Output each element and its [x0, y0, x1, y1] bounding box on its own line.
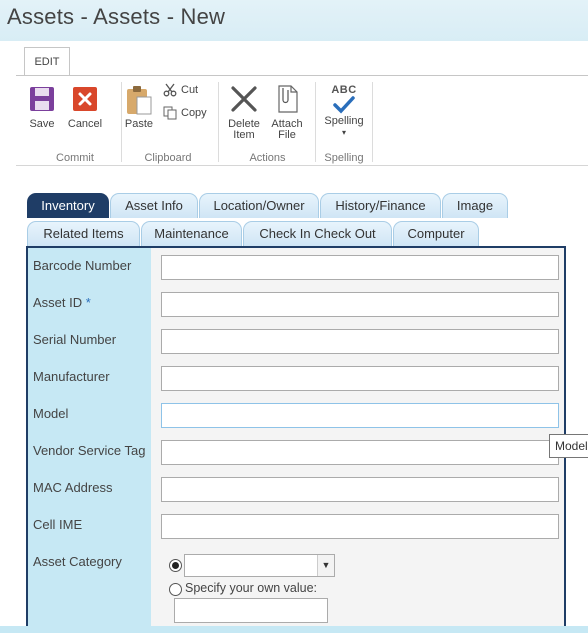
model-field[interactable] — [161, 403, 559, 428]
required-marker: * — [85, 295, 91, 310]
abc-label: ABC — [331, 84, 357, 96]
chevron-down-icon: ▾ — [341, 128, 346, 137]
check-icon — [333, 96, 355, 114]
ribbon-group-spelling: ABC Spelling ▾ Spelling — [316, 76, 372, 166]
asset-id-label: Asset ID * — [33, 295, 91, 310]
tab-image[interactable]: Image — [442, 193, 508, 218]
own-value-radio[interactable] — [169, 583, 182, 596]
ribbon-group-clipboard: Paste Cut Copy Clipboard — [118, 76, 218, 166]
chevron-down-icon: ▼ — [317, 555, 334, 576]
ribbon-separator — [372, 82, 373, 162]
tab-computer[interactable]: Computer — [393, 221, 479, 246]
barcode-field[interactable] — [161, 255, 559, 280]
tooltip: Model — [549, 434, 588, 458]
delete-item-button[interactable]: Delete Item — [224, 84, 264, 141]
ribbon-separator — [218, 82, 219, 162]
bottom-strip — [0, 626, 588, 633]
tab-related-items[interactable]: Related Items — [27, 221, 140, 246]
manufacturer-field[interactable] — [161, 366, 559, 391]
copy-icon — [163, 106, 177, 120]
ribbon: Save Cancel Commit Paste Cut Copy Clipbo… — [16, 75, 588, 166]
vendor-service-tag-field[interactable] — [161, 440, 559, 465]
barcode-label: Barcode Number — [33, 258, 132, 273]
copy-button[interactable]: Copy — [163, 106, 207, 120]
title-bar: Assets - Assets - New — [0, 0, 588, 41]
model-label: Model — [33, 406, 69, 421]
paste-button[interactable]: Paste — [122, 84, 156, 130]
tab-inventory[interactable]: Inventory — [27, 193, 109, 218]
serial-number-field[interactable] — [161, 329, 559, 354]
ribbon-group-label: Commit — [56, 152, 94, 164]
form-panel: Barcode Number Asset ID * Serial Number … — [26, 246, 566, 633]
save-button[interactable]: Save — [26, 86, 58, 130]
cell-ime-label: Cell IME — [33, 517, 83, 532]
asset-category-label: Asset Category — [33, 554, 122, 569]
spelling-button[interactable]: ABC Spelling ▾ — [318, 84, 370, 138]
cell-ime-field[interactable] — [161, 514, 559, 539]
cut-button[interactable]: Cut — [163, 83, 198, 97]
ribbon-group-label: Spelling — [324, 152, 364, 164]
tab-history-finance[interactable]: History/Finance — [320, 193, 441, 218]
cancel-icon — [73, 87, 97, 111]
ribbon-group-label: Clipboard — [144, 152, 192, 164]
ribbon-tab-edit[interactable]: EDIT — [24, 47, 70, 76]
own-value-field[interactable] — [174, 598, 328, 623]
serial-number-label: Serial Number — [33, 332, 117, 347]
mac-address-label: MAC Address — [33, 480, 113, 495]
tab-check-in-check-out[interactable]: Check In Check Out — [243, 221, 392, 246]
tab-location-owner[interactable]: Location/Owner — [199, 193, 319, 218]
mac-address-field[interactable] — [161, 477, 559, 502]
tab-asset-info[interactable]: Asset Info — [110, 193, 198, 218]
save-icon — [30, 87, 54, 111]
category-choice-radio[interactable] — [169, 559, 182, 572]
asset-id-field[interactable] — [161, 292, 559, 317]
scissors-icon — [163, 83, 177, 97]
own-value-label: Specify your own value: — [185, 581, 318, 595]
paste-icon — [127, 86, 152, 115]
ribbon-group-label: Actions — [249, 152, 286, 164]
delete-x-icon — [231, 86, 257, 112]
cancel-button[interactable]: Cancel — [66, 86, 104, 130]
manufacturer-label: Manufacturer — [33, 369, 110, 384]
attach-file-button[interactable]: Attach File — [268, 84, 306, 141]
asset-category-select[interactable]: ▼ — [184, 554, 335, 577]
ribbon-group-actions: Delete Item Attach File Actions — [220, 76, 315, 166]
page-title: Assets - Assets - New — [7, 4, 226, 29]
tab-maintenance[interactable]: Maintenance — [141, 221, 242, 246]
vendor-service-tag-label: Vendor Service Tag — [33, 443, 146, 458]
attach-file-icon — [278, 85, 298, 113]
ribbon-group-commit: Save Cancel Commit — [16, 76, 134, 166]
